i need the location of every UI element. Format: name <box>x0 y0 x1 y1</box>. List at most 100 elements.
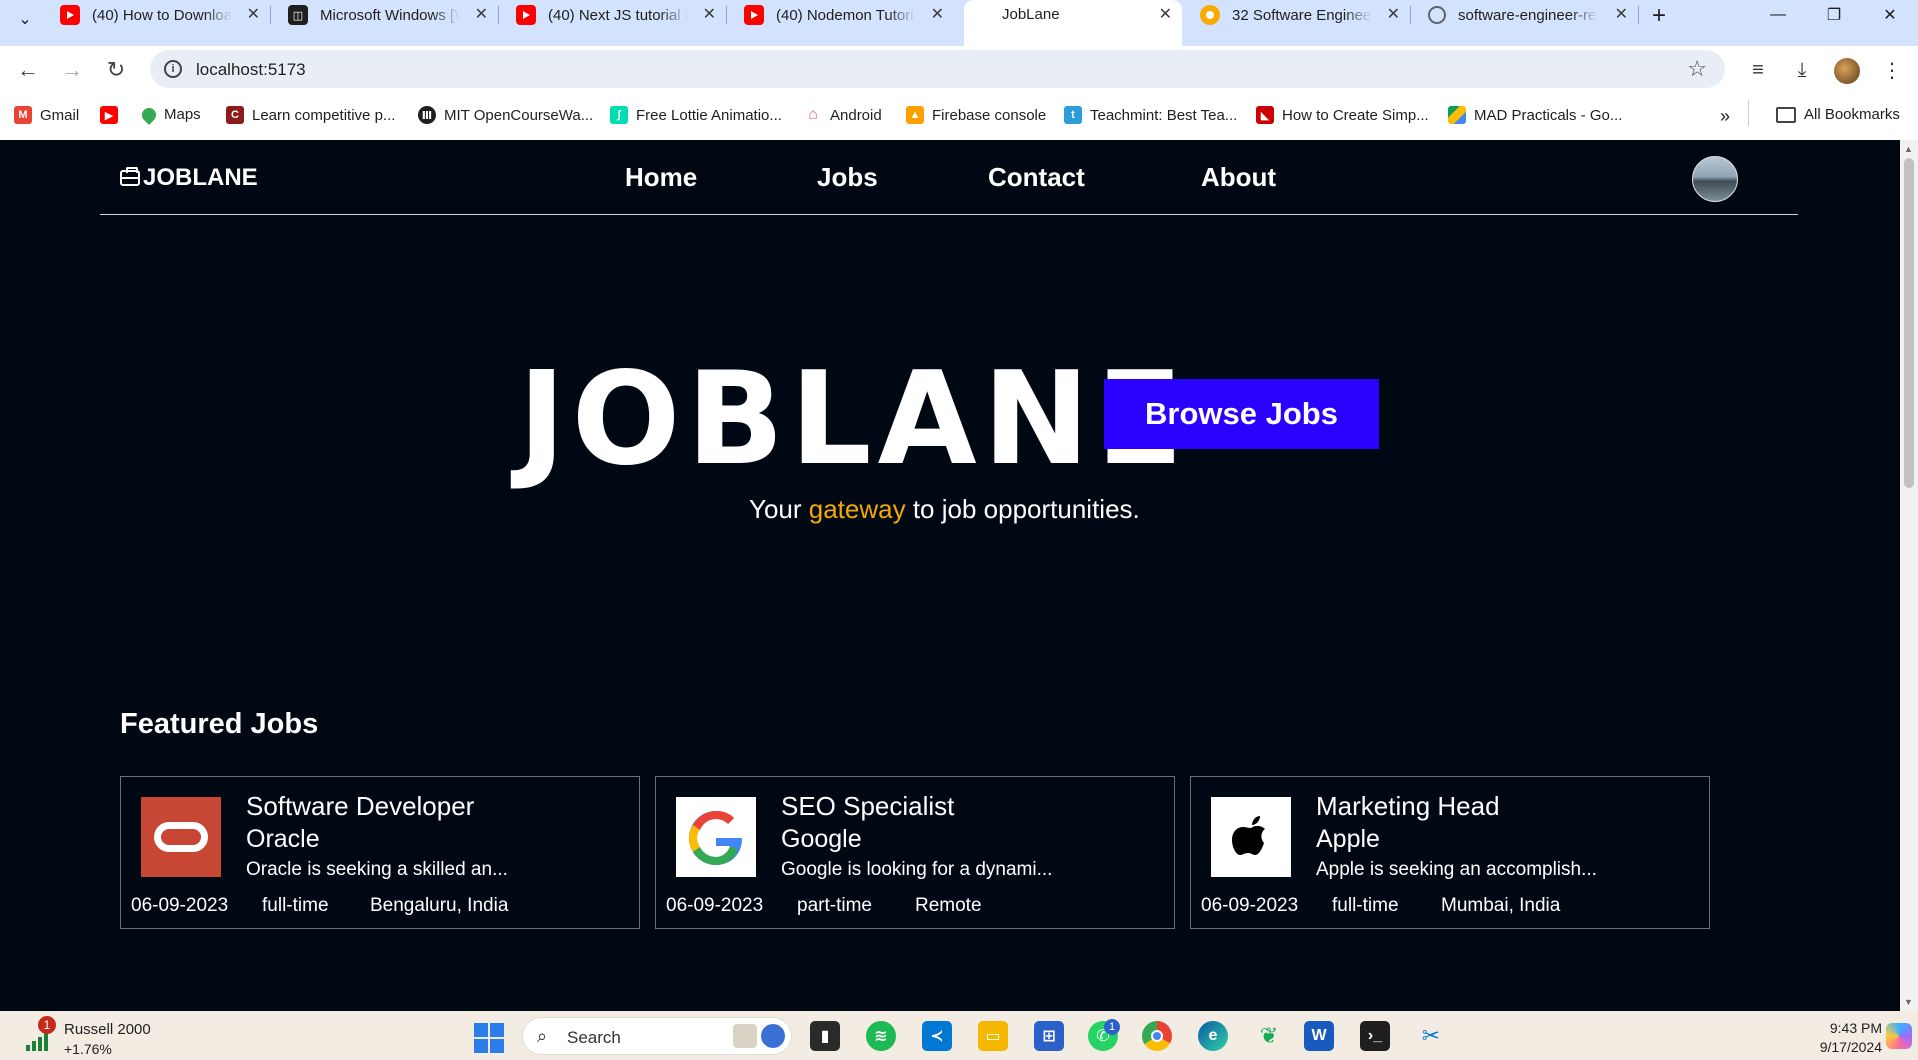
bookmark-youtube[interactable]: ▶ <box>100 106 126 124</box>
bookmark-codechef[interactable]: C Learn competitive p... <box>226 106 395 124</box>
address-bar[interactable]: i localhost:5173 ☆ <box>150 50 1725 88</box>
job-card[interactable]: Software Developer Oracle Oracle is seek… <box>120 776 640 929</box>
job-title[interactable]: Software Developer <box>246 791 474 822</box>
close-tab-icon[interactable]: ✕ <box>1615 4 1628 24</box>
back-arrow-icon[interactable]: ← <box>12 54 44 86</box>
all-bookmarks-button[interactable]: All Bookmarks <box>1776 106 1900 123</box>
taskbar-search[interactable]: ⌕ Search <box>522 1017 792 1055</box>
more-menu-icon[interactable]: ⋮ <box>1878 56 1906 84</box>
job-location: Bengaluru, India <box>370 895 509 916</box>
copilot-icon[interactable] <box>1886 1023 1912 1049</box>
nav-about-link[interactable]: About <box>1201 162 1276 193</box>
bookmark-label: Android <box>830 106 882 124</box>
close-tab-icon[interactable]: ✕ <box>703 4 716 24</box>
bookmark-star-icon[interactable]: ☆ <box>1687 56 1707 82</box>
vscode-icon[interactable]: ≺ <box>922 1021 952 1051</box>
more-bookmarks-chevron-icon[interactable]: » <box>1720 106 1730 127</box>
tab-search-chevron-icon[interactable]: ⌄ <box>10 4 40 34</box>
tab-separator <box>726 6 727 24</box>
bookmark-gmail[interactable]: M Gmail <box>14 106 79 124</box>
tagline-text: to job opportunities. <box>905 494 1140 524</box>
bookmark-android[interactable]: ⌂ Android <box>804 106 882 124</box>
minimize-icon[interactable]: — <box>1750 0 1806 30</box>
terminal-icon: ◫ <box>288 5 308 25</box>
notification-badge: 1 <box>38 1016 56 1034</box>
user-avatar[interactable] <box>1692 156 1738 202</box>
bookmark-lottie[interactable]: ∫ Free Lottie Animatio... <box>610 106 782 124</box>
new-tab-plus-icon[interactable]: + <box>1652 2 1666 30</box>
bookmark-teachmint[interactable]: t Teachmint: Best Tea... <box>1064 106 1237 124</box>
profile-avatar[interactable] <box>1834 58 1860 84</box>
bookmark-howto[interactable]: ◣ How to Create Simp... <box>1256 106 1429 124</box>
restore-icon[interactable]: ❐ <box>1806 0 1862 30</box>
download-icon[interactable]: ⤓ <box>1788 56 1816 84</box>
bookmark-label: Maps <box>164 106 201 123</box>
file-explorer-icon[interactable]: ▭ <box>978 1021 1008 1051</box>
close-tab-icon[interactable]: ✕ <box>931 4 944 24</box>
bookmark-label: MIT OpenCourseWa... <box>444 106 594 124</box>
mongodb-leaf-icon[interactable]: ❦ <box>1254 1021 1284 1051</box>
windows-start-icon[interactable] <box>474 1023 504 1053</box>
close-window-icon[interactable]: ✕ <box>1862 0 1918 30</box>
browse-jobs-button[interactable]: Browse Jobs <box>1104 379 1379 449</box>
close-tab-icon[interactable]: ✕ <box>1387 4 1400 24</box>
scroll-down-icon[interactable]: ▼ <box>1904 997 1913 1007</box>
browser-tab-active[interactable]: JobLane ✕ <box>964 0 1182 46</box>
google-logo-icon <box>676 797 756 877</box>
bookmark-divider <box>1748 100 1749 126</box>
bookmark-drive[interactable]: MAD Practicals - Go... <box>1448 106 1622 124</box>
bookmark-firebase[interactable]: ▲ Firebase console <box>906 106 1046 124</box>
browser-tab[interactable]: 32 Software Engineer ✕ <box>1188 0 1411 30</box>
browser-tab[interactable]: ◫ Microsoft Windows [V ✕ <box>276 0 499 30</box>
close-tab-icon[interactable]: ✕ <box>1159 4 1172 24</box>
nav-contact-link[interactable]: Contact <box>988 162 1085 193</box>
job-title[interactable]: SEO Specialist <box>781 791 954 822</box>
job-title[interactable]: Marketing Head <box>1316 791 1500 822</box>
bookmark-mit[interactable]: Ⅲ MIT OpenCourseWa... <box>418 106 593 124</box>
word-icon[interactable]: W <box>1304 1021 1334 1051</box>
reload-icon[interactable]: ↻ <box>100 54 132 86</box>
browser-tab[interactable]: software-engineer-re ✕ <box>1416 0 1639 30</box>
scrollbar-thumb[interactable] <box>1904 158 1914 488</box>
search-label: Search <box>567 1028 621 1047</box>
maps-pin-icon <box>139 104 159 125</box>
firebase-icon: ▲ <box>906 106 924 124</box>
close-tab-icon[interactable]: ✕ <box>247 4 260 24</box>
bookmark-maps[interactable]: Maps <box>139 104 201 125</box>
scroll-up-icon[interactable]: ▲ <box>1904 144 1913 154</box>
browser-tab[interactable]: (40) Nodemon Tutori ✕ <box>732 0 954 30</box>
terminal-icon[interactable]: ›_ <box>1360 1021 1390 1051</box>
tab-title: (40) How to Download <box>92 6 232 24</box>
job-type: part-time <box>797 895 872 916</box>
browser-toolbar: ← → ↻ i localhost:5173 ☆ ≡ ⤓ ⋮ <box>0 46 1918 92</box>
drive-icon <box>1448 106 1466 124</box>
lottie-icon: ∫ <box>610 106 628 124</box>
task-view-icon[interactable]: ▮ <box>810 1021 840 1051</box>
close-tab-icon[interactable]: ✕ <box>475 4 488 24</box>
nav-home-link[interactable]: Home <box>625 162 697 193</box>
media-queue-icon[interactable]: ≡ <box>1744 56 1772 84</box>
forward-arrow-icon[interactable]: → <box>56 54 88 86</box>
browser-tab[interactable]: (40) Next JS tutorial in ✕ <box>504 0 727 30</box>
snipping-tool-icon[interactable]: ✂ <box>1416 1021 1446 1051</box>
bookmark-label: All Bookmarks <box>1804 106 1900 123</box>
site-info-icon[interactable]: i <box>164 60 182 78</box>
job-company: Google <box>781 825 862 853</box>
tab-separator <box>1410 6 1411 24</box>
tagline-accent: gateway <box>808 494 906 524</box>
job-card[interactable]: Marketing Head Apple Apple is seeking an… <box>1190 776 1710 929</box>
job-company: Apple <box>1316 825 1380 853</box>
page-scrollbar[interactable]: ▲ ▼ <box>1900 140 1918 1011</box>
job-card[interactable]: SEO Specialist Google Google is looking … <box>655 776 1175 929</box>
microsoft-store-icon[interactable]: ⊞ <box>1034 1021 1064 1051</box>
spotify-icon[interactable]: ≋ <box>866 1021 896 1051</box>
chrome-taskbar-icon[interactable] <box>1142 1021 1172 1051</box>
system-clock[interactable]: 9:43 PM 9/17/2024 <box>1812 1019 1882 1057</box>
site-logo[interactable]: JOBLANE <box>120 164 258 192</box>
briefcase-icon <box>120 167 140 186</box>
browser-tab[interactable]: (40) How to Download ✕ <box>48 0 271 30</box>
nav-jobs-link[interactable]: Jobs <box>817 162 878 193</box>
edge-icon[interactable]: e <box>1198 1021 1228 1051</box>
url-text[interactable]: localhost:5173 <box>196 60 306 80</box>
bookmark-label: Firebase console <box>932 106 1047 124</box>
